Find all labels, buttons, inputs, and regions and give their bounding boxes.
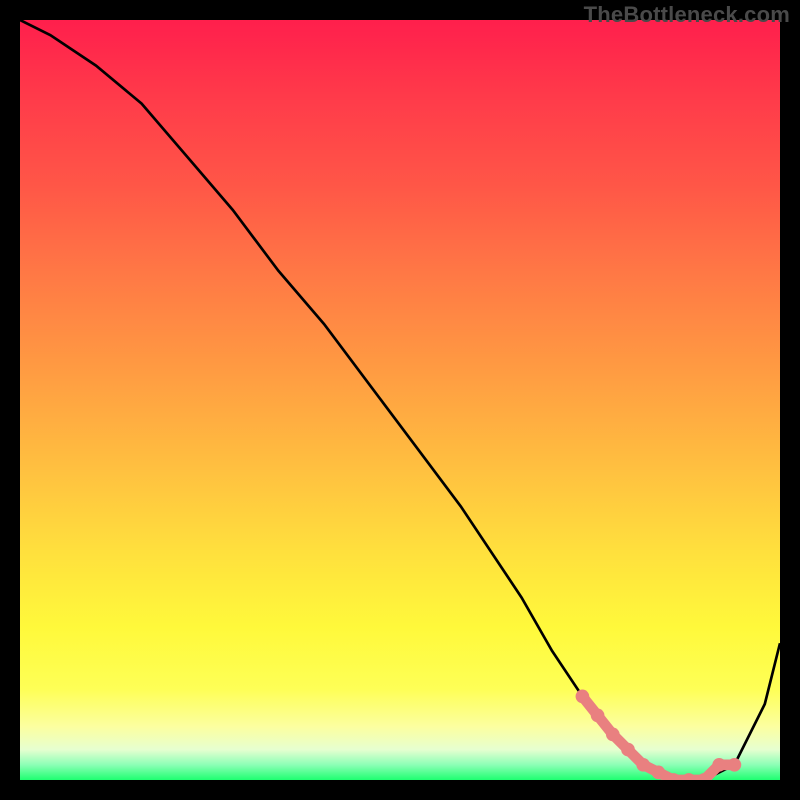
series-black-curve <box>20 20 780 780</box>
watermark-text: TheBottleneck.com <box>584 2 790 28</box>
plot-area <box>20 20 780 780</box>
chart-svg <box>20 20 780 780</box>
chart-frame: TheBottleneck.com <box>0 0 800 800</box>
pink-dots <box>576 690 742 780</box>
